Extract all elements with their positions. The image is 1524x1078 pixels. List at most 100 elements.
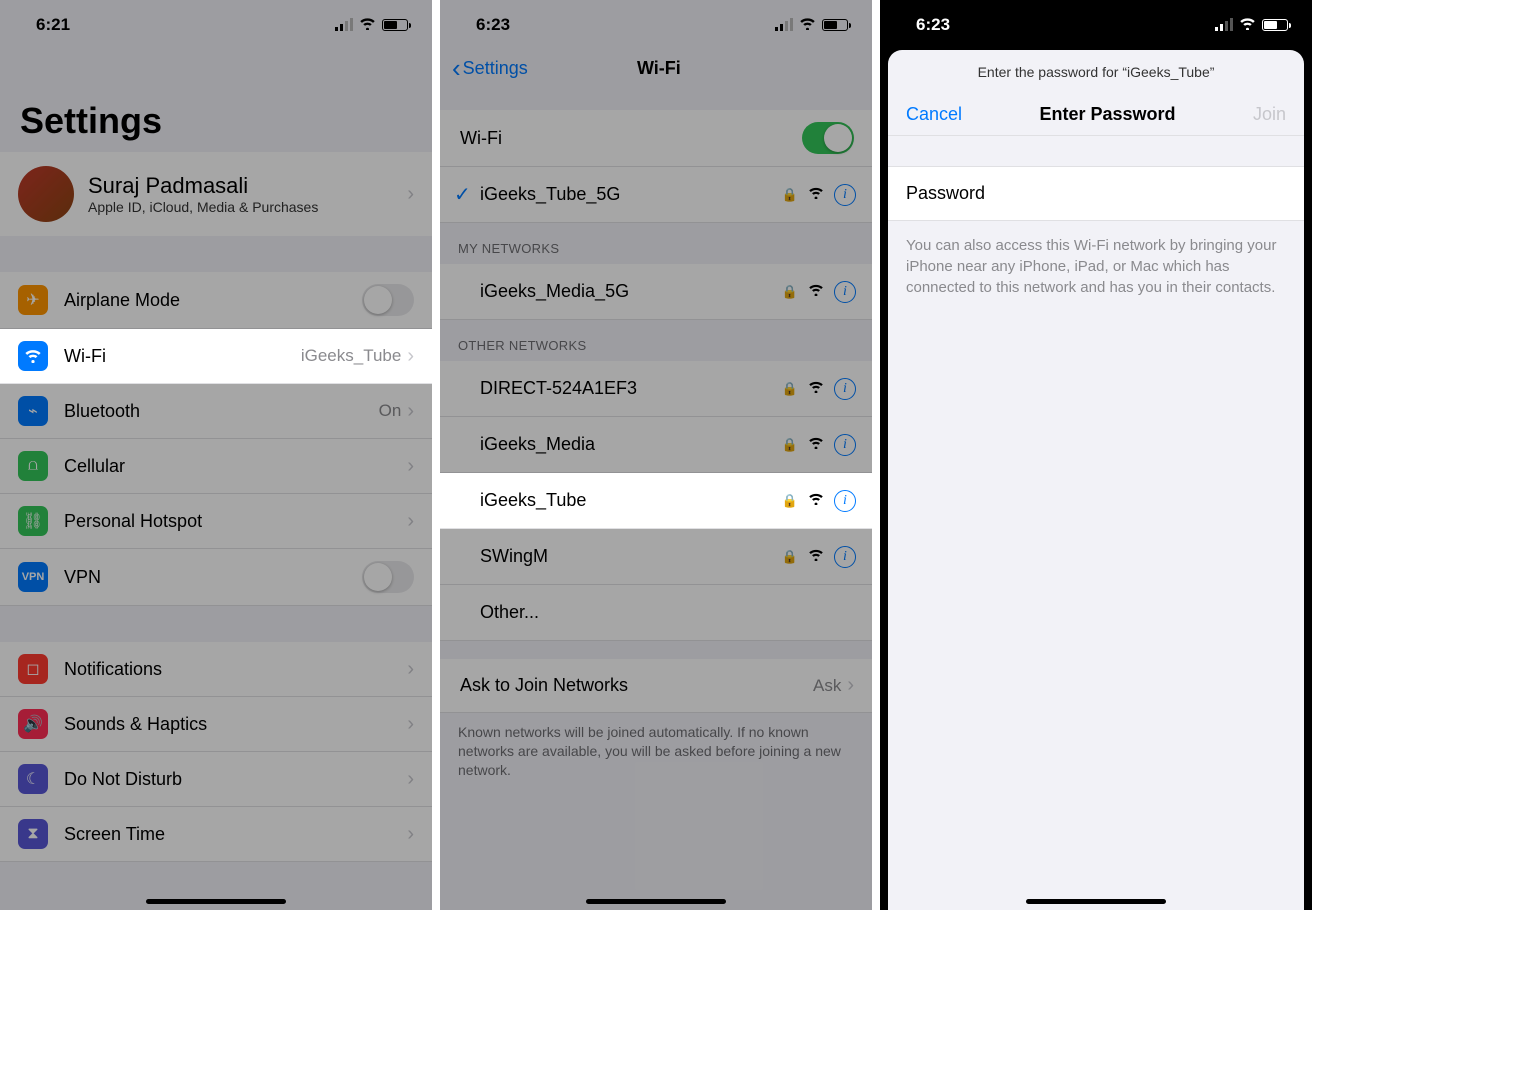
info-icon[interactable]: i <box>834 490 856 512</box>
status-time: 6:23 <box>916 15 950 35</box>
wifi-icon <box>808 283 824 300</box>
lock-icon: 🔒 <box>782 187 798 203</box>
label-hotspot: Personal Hotspot <box>64 511 407 532</box>
wifi-status-icon <box>359 15 376 35</box>
connected-network-name: iGeeks_Tube_5G <box>480 184 782 205</box>
status-time: 6:23 <box>476 15 510 35</box>
row-network-selected[interactable]: iGeeks_Tube 🔒 i <box>440 473 872 529</box>
wifi-icon <box>18 341 48 371</box>
cellular-icon: ⩍ <box>18 451 48 481</box>
back-button[interactable]: ‹Settings <box>452 53 528 84</box>
row-screentime[interactable]: ⧗ Screen Time › <box>0 807 432 862</box>
ask-label: Ask to Join Networks <box>460 675 813 696</box>
row-ask-to-join[interactable]: Ask to Join Networks Ask › <box>440 659 872 713</box>
row-bluetooth[interactable]: ⌁ Bluetooth On › <box>0 384 432 439</box>
sheet-subtitle: Enter the password for “iGeeks_Tube” <box>888 50 1304 94</box>
label-dnd: Do Not Disturb <box>64 769 407 790</box>
label-cellular: Cellular <box>64 456 407 477</box>
row-network[interactable]: SWingM 🔒 i <box>440 529 872 585</box>
row-dnd[interactable]: ☾ Do Not Disturb › <box>0 752 432 807</box>
lock-icon: 🔒 <box>782 493 798 509</box>
wifi-icon <box>808 548 824 565</box>
row-cellular[interactable]: ⩍ Cellular › <box>0 439 432 494</box>
label-airplane: Airplane Mode <box>64 290 362 311</box>
network-name: iGeeks_Media <box>480 434 782 455</box>
toggle-vpn[interactable] <box>362 561 414 593</box>
row-airplane-mode[interactable]: ✈ Airplane Mode <box>0 272 432 329</box>
network-name: iGeeks_Tube <box>480 490 782 511</box>
signal-icon <box>775 19 793 31</box>
hotspot-icon: ⛓ <box>18 506 48 536</box>
battery-icon <box>822 19 848 31</box>
network-name: SWingM <box>480 546 782 567</box>
row-sounds[interactable]: 🔊 Sounds & Haptics › <box>0 697 432 752</box>
row-vpn[interactable]: VPN VPN <box>0 549 432 606</box>
page-title: Settings <box>0 44 432 152</box>
info-icon[interactable]: i <box>834 281 856 303</box>
profile-name: Suraj Padmasali <box>88 173 407 199</box>
toggle-wifi[interactable] <box>802 122 854 154</box>
label-sounds: Sounds & Haptics <box>64 714 407 735</box>
row-notifications[interactable]: ◻ Notifications › <box>0 642 432 697</box>
lock-icon: 🔒 <box>782 284 798 300</box>
chevron-right-icon: › <box>407 510 414 533</box>
password-row[interactable]: Password <box>888 166 1304 221</box>
info-icon[interactable]: i <box>834 434 856 456</box>
toggle-airplane[interactable] <box>362 284 414 316</box>
signal-icon <box>335 19 353 31</box>
wifi-icon <box>808 436 824 453</box>
avatar <box>18 166 74 222</box>
bluetooth-icon: ⌁ <box>18 396 48 426</box>
wifi-value: iGeeks_Tube <box>301 346 401 366</box>
wifi-status-icon <box>799 15 816 35</box>
password-sheet: Enter the password for “iGeeks_Tube” Can… <box>888 50 1304 910</box>
other-label: Other... <box>480 602 856 623</box>
network-name: DIRECT-524A1EF3 <box>480 378 782 399</box>
checkmark-icon: ✓ <box>454 182 471 207</box>
home-indicator <box>586 899 726 904</box>
status-time: 6:21 <box>36 15 70 35</box>
wifi-icon <box>808 380 824 397</box>
row-hotspot[interactable]: ⛓ Personal Hotspot › <box>0 494 432 549</box>
screen-wifi-list: 6:23 ‹Settings Wi-Fi Wi-Fi ✓ iGeeks_Tube… <box>440 0 872 910</box>
wifi-toggle-label: Wi-Fi <box>460 128 802 149</box>
vpn-icon: VPN <box>18 562 48 592</box>
wifi-icon <box>808 186 824 203</box>
row-network[interactable]: iGeeks_Media 🔒 i <box>440 417 872 473</box>
lock-icon: 🔒 <box>782 549 798 565</box>
chevron-right-icon: › <box>407 768 414 791</box>
info-icon[interactable]: i <box>834 184 856 206</box>
airplane-icon: ✈ <box>18 285 48 315</box>
dnd-icon: ☾ <box>18 764 48 794</box>
nav-bar: ‹Settings Wi-Fi <box>440 44 872 92</box>
chevron-right-icon: › <box>407 183 414 206</box>
chevron-right-icon: › <box>407 345 414 368</box>
join-button[interactable]: Join <box>1253 104 1286 125</box>
chevron-right-icon: › <box>407 713 414 736</box>
sheet-header: Cancel Enter Password Join <box>888 94 1304 136</box>
signal-icon <box>1215 19 1233 31</box>
row-connected-network[interactable]: ✓ iGeeks_Tube_5G 🔒 i <box>440 167 872 223</box>
cancel-button[interactable]: Cancel <box>906 104 962 125</box>
status-bar: 6:23 <box>440 0 872 44</box>
row-network[interactable]: iGeeks_Media_5G 🔒 i <box>440 264 872 320</box>
home-indicator <box>1026 899 1166 904</box>
row-other-network[interactable]: Other... <box>440 585 872 641</box>
lock-icon: 🔒 <box>782 437 798 453</box>
chevron-right-icon: › <box>847 674 854 697</box>
notifications-icon: ◻ <box>18 654 48 684</box>
info-icon[interactable]: i <box>834 546 856 568</box>
wifi-status-icon <box>1239 15 1256 35</box>
row-network[interactable]: DIRECT-524A1EF3 🔒i <box>440 361 872 417</box>
row-wifi[interactable]: Wi-Fi iGeeks_Tube › <box>0 329 432 384</box>
ask-value: Ask <box>813 676 841 696</box>
apple-id-row[interactable]: Suraj Padmasali Apple ID, iCloud, Media … <box>0 152 432 236</box>
password-hint: You can also access this Wi-Fi network b… <box>888 221 1304 312</box>
back-label: Settings <box>463 58 528 79</box>
screen-enter-password: 6:23 Enter the password for “iGeeks_Tube… <box>880 0 1312 910</box>
footer-text: Known networks will be joined automatica… <box>440 713 872 790</box>
profile-sub: Apple ID, iCloud, Media & Purchases <box>88 199 407 215</box>
info-icon[interactable]: i <box>834 378 856 400</box>
wifi-icon <box>808 492 824 509</box>
sounds-icon: 🔊 <box>18 709 48 739</box>
